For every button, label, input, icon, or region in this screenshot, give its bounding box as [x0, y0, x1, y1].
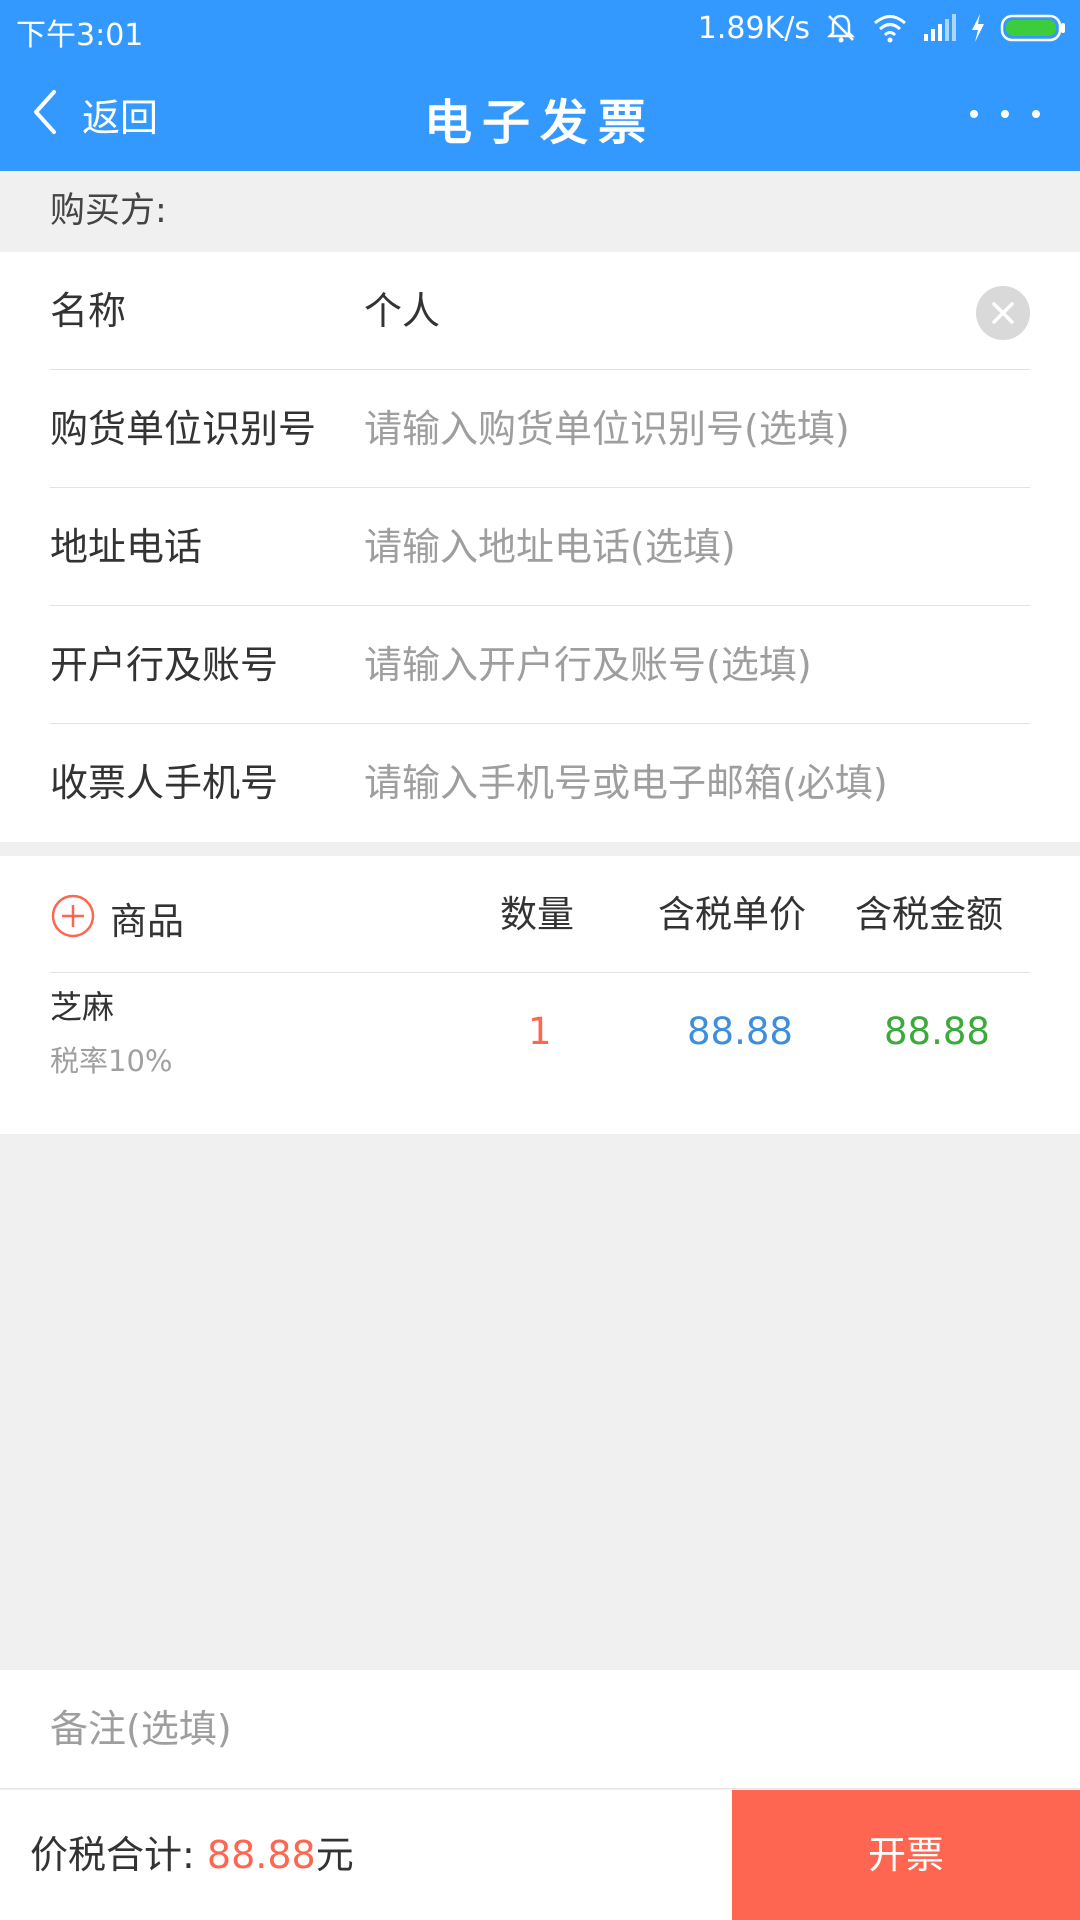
item-amount: 88.88 — [884, 1010, 990, 1053]
receiver-field[interactable]: 请输入手机号或电子邮箱(必填) — [364, 724, 888, 842]
alarm-off-icon — [824, 11, 858, 45]
note-field[interactable]: 备注(选填) — [50, 1670, 232, 1789]
goods-header: 商品 数量 含税单价 含税金额 — [50, 856, 1030, 973]
charging-icon — [970, 13, 986, 43]
bank-account-field[interactable]: 请输入开户行及账号(选填) — [364, 606, 812, 724]
item-tax-rate: 税率10% — [50, 1044, 173, 1078]
status-bar: 下午3:01 1.89K/s — [0, 0, 1080, 56]
item-unit-price: 88.88 — [687, 1010, 793, 1053]
goods-header-qty: 数量 — [500, 893, 574, 936]
bank-account-row: 开户行及账号 请输入开户行及账号(选填) — [50, 606, 1030, 724]
app-header: 下午3:01 1.89K/s 返回 电子发票 — [0, 0, 1080, 171]
signal-icon — [922, 14, 956, 42]
tax-id-label: 购货单位识别号 — [50, 407, 317, 451]
issue-invoice-button[interactable]: 开票 — [732, 1790, 1080, 1920]
item-name: 芝麻 — [50, 988, 115, 1026]
goods-table: 商品 数量 含税单价 含税金额 芝麻 税率10% 1 88.88 88.88 — [0, 856, 1080, 1134]
page-title: 电子发票 — [423, 95, 656, 151]
name-row: 名称 个人 — [50, 252, 1030, 370]
bank-account-label: 开户行及账号 — [50, 643, 279, 687]
add-circle-icon — [50, 893, 96, 943]
table-row[interactable]: 芝麻 税率10% 1 88.88 88.88 — [50, 974, 1030, 1104]
status-time: 下午3:01 — [16, 18, 144, 53]
wifi-icon — [872, 13, 908, 43]
item-quantity: 1 — [528, 1010, 552, 1053]
address-phone-row: 地址电话 请输入地址电话(选填) — [50, 488, 1030, 606]
nav-bar: 返回 电子发票 — [0, 56, 1080, 171]
receiver-label: 收票人手机号 — [50, 761, 279, 805]
total-label: 价税合计: — [30, 1833, 207, 1877]
clear-icon[interactable] — [976, 286, 1030, 340]
address-phone-field[interactable]: 请输入地址电话(选填) — [364, 488, 736, 606]
buyer-section-label: 购买方: — [0, 171, 1080, 252]
tax-id-row: 购货单位识别号 请输入购货单位识别号(选填) — [50, 370, 1030, 488]
buyer-form: 名称 个人 购货单位识别号 请输入购货单位识别号(选填) 地址电话 请输入地址电… — [0, 252, 1080, 842]
total-amount: 88.88 — [206, 1833, 316, 1877]
goods-header-amount: 含税金额 — [855, 893, 1003, 936]
total-currency: 元 — [315, 1833, 354, 1877]
goods-header-item: 商品 — [110, 900, 184, 943]
note-section: 备注(选填) — [0, 1670, 1080, 1789]
total: 价税合计: 88.88元 — [30, 1790, 354, 1920]
tax-id-field[interactable]: 请输入购货单位识别号(选填) — [364, 370, 850, 488]
name-label: 名称 — [50, 289, 127, 333]
net-speed: 1.89K/s — [697, 10, 810, 46]
bottom-bar: 价税合计: 88.88元 开票 — [0, 1790, 1080, 1920]
address-phone-label: 地址电话 — [50, 525, 203, 569]
add-goods-button[interactable]: 商品 — [50, 891, 184, 945]
battery-icon — [1000, 13, 1066, 43]
receiver-row: 收票人手机号 请输入手机号或电子邮箱(必填) — [50, 724, 1030, 842]
more-dots-icon[interactable] — [970, 96, 1040, 132]
name-field[interactable]: 个人 — [364, 252, 440, 370]
goods-header-price: 含税单价 — [658, 893, 806, 936]
status-icons: 1.89K/s — [698, 8, 1066, 48]
